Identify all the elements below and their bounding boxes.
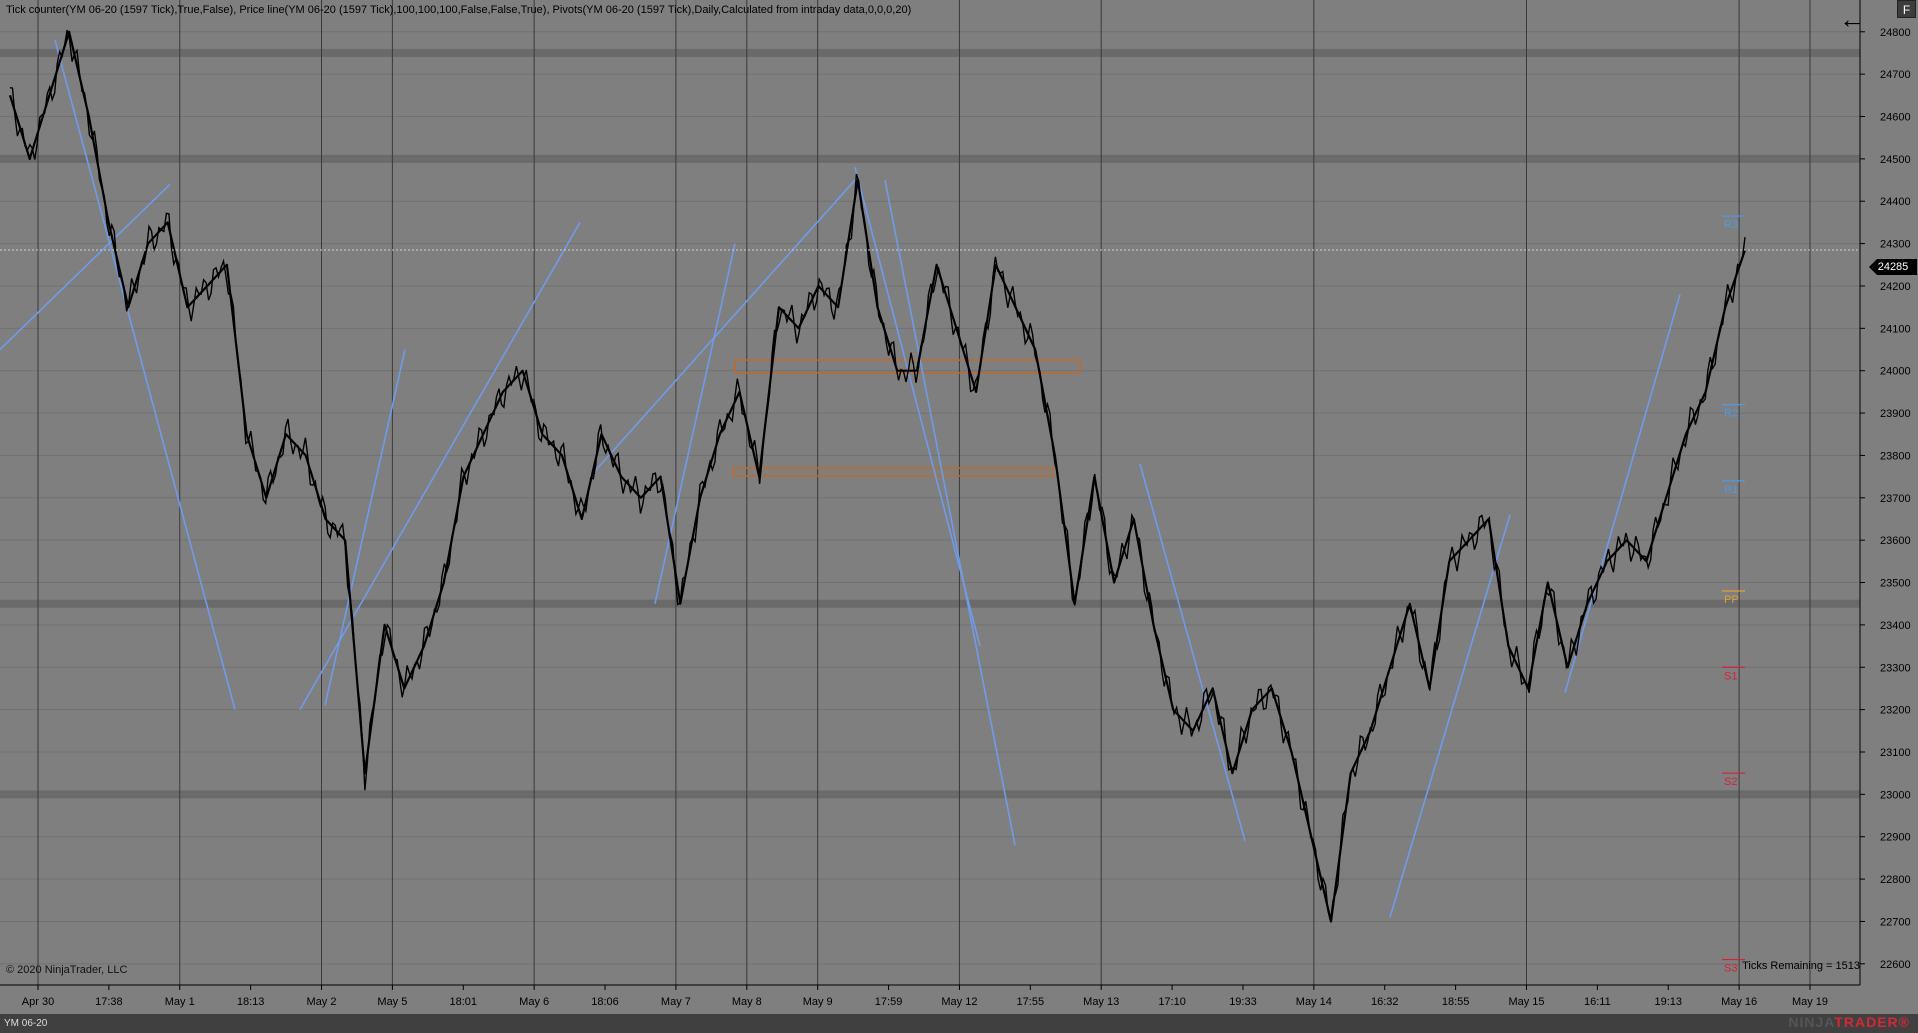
x-tick-label: 19:33 xyxy=(1229,996,1257,1008)
chart-area[interactable]: Apr 30 17:38 May 1 18:13 May 2 May 5 18:01 May … xyxy=(0,0,1918,1033)
price-chart[interactable]: Apr 30 17:38 May 1 18:13 May 2 May 5 18:01 May … xyxy=(0,0,1918,1033)
y-tick-label: 23900 xyxy=(1880,408,1911,420)
x-tick-label: 18:55 xyxy=(1442,996,1470,1008)
y-tick-label: 24700 xyxy=(1880,69,1911,81)
pivot-label-R2: R2 xyxy=(1724,408,1738,420)
pivot-label-S2: S2 xyxy=(1724,776,1737,788)
price-line xyxy=(8,30,1747,923)
trendline-0 xyxy=(0,183,171,351)
x-tick-label: May 16 xyxy=(1721,996,1757,1008)
x-tick-label: 16:11 xyxy=(1584,996,1611,1008)
y-tick-label: 22900 xyxy=(1880,832,1911,844)
pivot-label-R3: R3 xyxy=(1724,219,1738,231)
y-tick-label: 24200 xyxy=(1880,281,1911,293)
y-tick-label: 23000 xyxy=(1880,789,1911,801)
x-tick-label: May 15 xyxy=(1508,996,1544,1008)
x-tick-label: 17:10 xyxy=(1158,996,1186,1008)
f-button[interactable]: F xyxy=(1897,0,1916,18)
y-tick-label: 24100 xyxy=(1880,323,1911,335)
arrow-left-icon[interactable]: ← xyxy=(1837,6,1867,32)
x-tick-label: May 1 xyxy=(165,996,195,1008)
trendline-2 xyxy=(299,222,581,711)
x-tick-label: 18:06 xyxy=(591,996,619,1008)
y-tick-label: 23100 xyxy=(1880,747,1911,759)
y-tick-label: 24300 xyxy=(1880,239,1911,251)
pivot-label-S1: S1 xyxy=(1724,670,1737,682)
y-tick-label: 23200 xyxy=(1880,705,1911,717)
pivot-label-S3: S3 xyxy=(1724,963,1737,975)
indicator-header: Tick counter(YM 06-20 (1597 Tick),True,F… xyxy=(6,4,912,16)
x-tick-label: May 14 xyxy=(1296,996,1332,1008)
pivot-label-R1: R1 xyxy=(1724,484,1738,496)
support-zone xyxy=(732,467,1054,477)
trendline-9 xyxy=(1389,514,1511,918)
x-tick-label: May 12 xyxy=(941,996,977,1008)
pivot-label-PP: PP xyxy=(1724,594,1739,606)
y-tick-label: 23400 xyxy=(1880,620,1911,632)
level-band-2 xyxy=(0,599,1860,608)
trendline-8 xyxy=(1139,463,1246,842)
x-tick-label: May 8 xyxy=(732,996,762,1008)
y-tick-label: 22700 xyxy=(1880,916,1911,928)
y-tick-label: 23500 xyxy=(1880,578,1911,590)
x-tick-label: 18:01 xyxy=(450,996,478,1008)
logo-brand: TRADER xyxy=(1834,1014,1899,1030)
y-tick-label: 22800 xyxy=(1880,874,1911,886)
ninjatrader-logo: NINJATRADER® xyxy=(1788,1014,1910,1030)
trendline-1 xyxy=(54,40,236,710)
x-tick-label: 16:32 xyxy=(1371,996,1399,1008)
x-tick-label: May 6 xyxy=(519,996,549,1008)
ticks-remaining: Ticks Remaining = 1513 xyxy=(1742,960,1860,972)
x-tick-label: 19:13 xyxy=(1654,996,1682,1008)
trendline-4 xyxy=(654,243,736,604)
y-tick-label: 24400 xyxy=(1880,196,1911,208)
instrument-label: YM 06-20 xyxy=(4,1018,48,1029)
logo-prefix: NINJA xyxy=(1788,1014,1835,1030)
x-tick-label: Apr 30 xyxy=(22,996,54,1008)
x-tick-label: May 19 xyxy=(1792,996,1828,1008)
x-tick-label: May 9 xyxy=(803,996,833,1008)
y-tick-label: 24800 xyxy=(1880,27,1911,39)
y-tick-label: 23800 xyxy=(1880,450,1911,462)
y-tick-label: 23700 xyxy=(1880,493,1911,505)
level-band-0 xyxy=(0,48,1860,57)
y-tick-label: 22600 xyxy=(1880,959,1911,971)
x-tick-label: 17:59 xyxy=(875,996,903,1008)
x-tick-label: 17:55 xyxy=(1017,996,1045,1008)
y-tick-label: 24000 xyxy=(1880,366,1911,378)
copyright-text: © 2020 NinjaTrader, LLC xyxy=(6,964,128,976)
x-tick-label: May 5 xyxy=(377,996,407,1008)
x-tick-label: 17:38 xyxy=(95,996,123,1008)
y-tick-label: 24500 xyxy=(1880,154,1911,166)
trendline-10 xyxy=(1564,294,1681,693)
last-price-marker: 24285 xyxy=(1869,259,1917,275)
trendline-7 xyxy=(884,179,1016,846)
y-tick-label: 23300 xyxy=(1880,662,1911,674)
x-tick-label: May 2 xyxy=(307,996,337,1008)
logo-mark: ® xyxy=(1898,1014,1910,1030)
x-tick-label: May 7 xyxy=(661,996,691,1008)
status-bar xyxy=(0,1014,1918,1033)
x-tick-label: May 13 xyxy=(1083,996,1119,1008)
x-tick-label: 18:13 xyxy=(237,996,265,1008)
y-tick-label: 24600 xyxy=(1880,112,1911,124)
y-tick-label: 23600 xyxy=(1880,535,1911,547)
